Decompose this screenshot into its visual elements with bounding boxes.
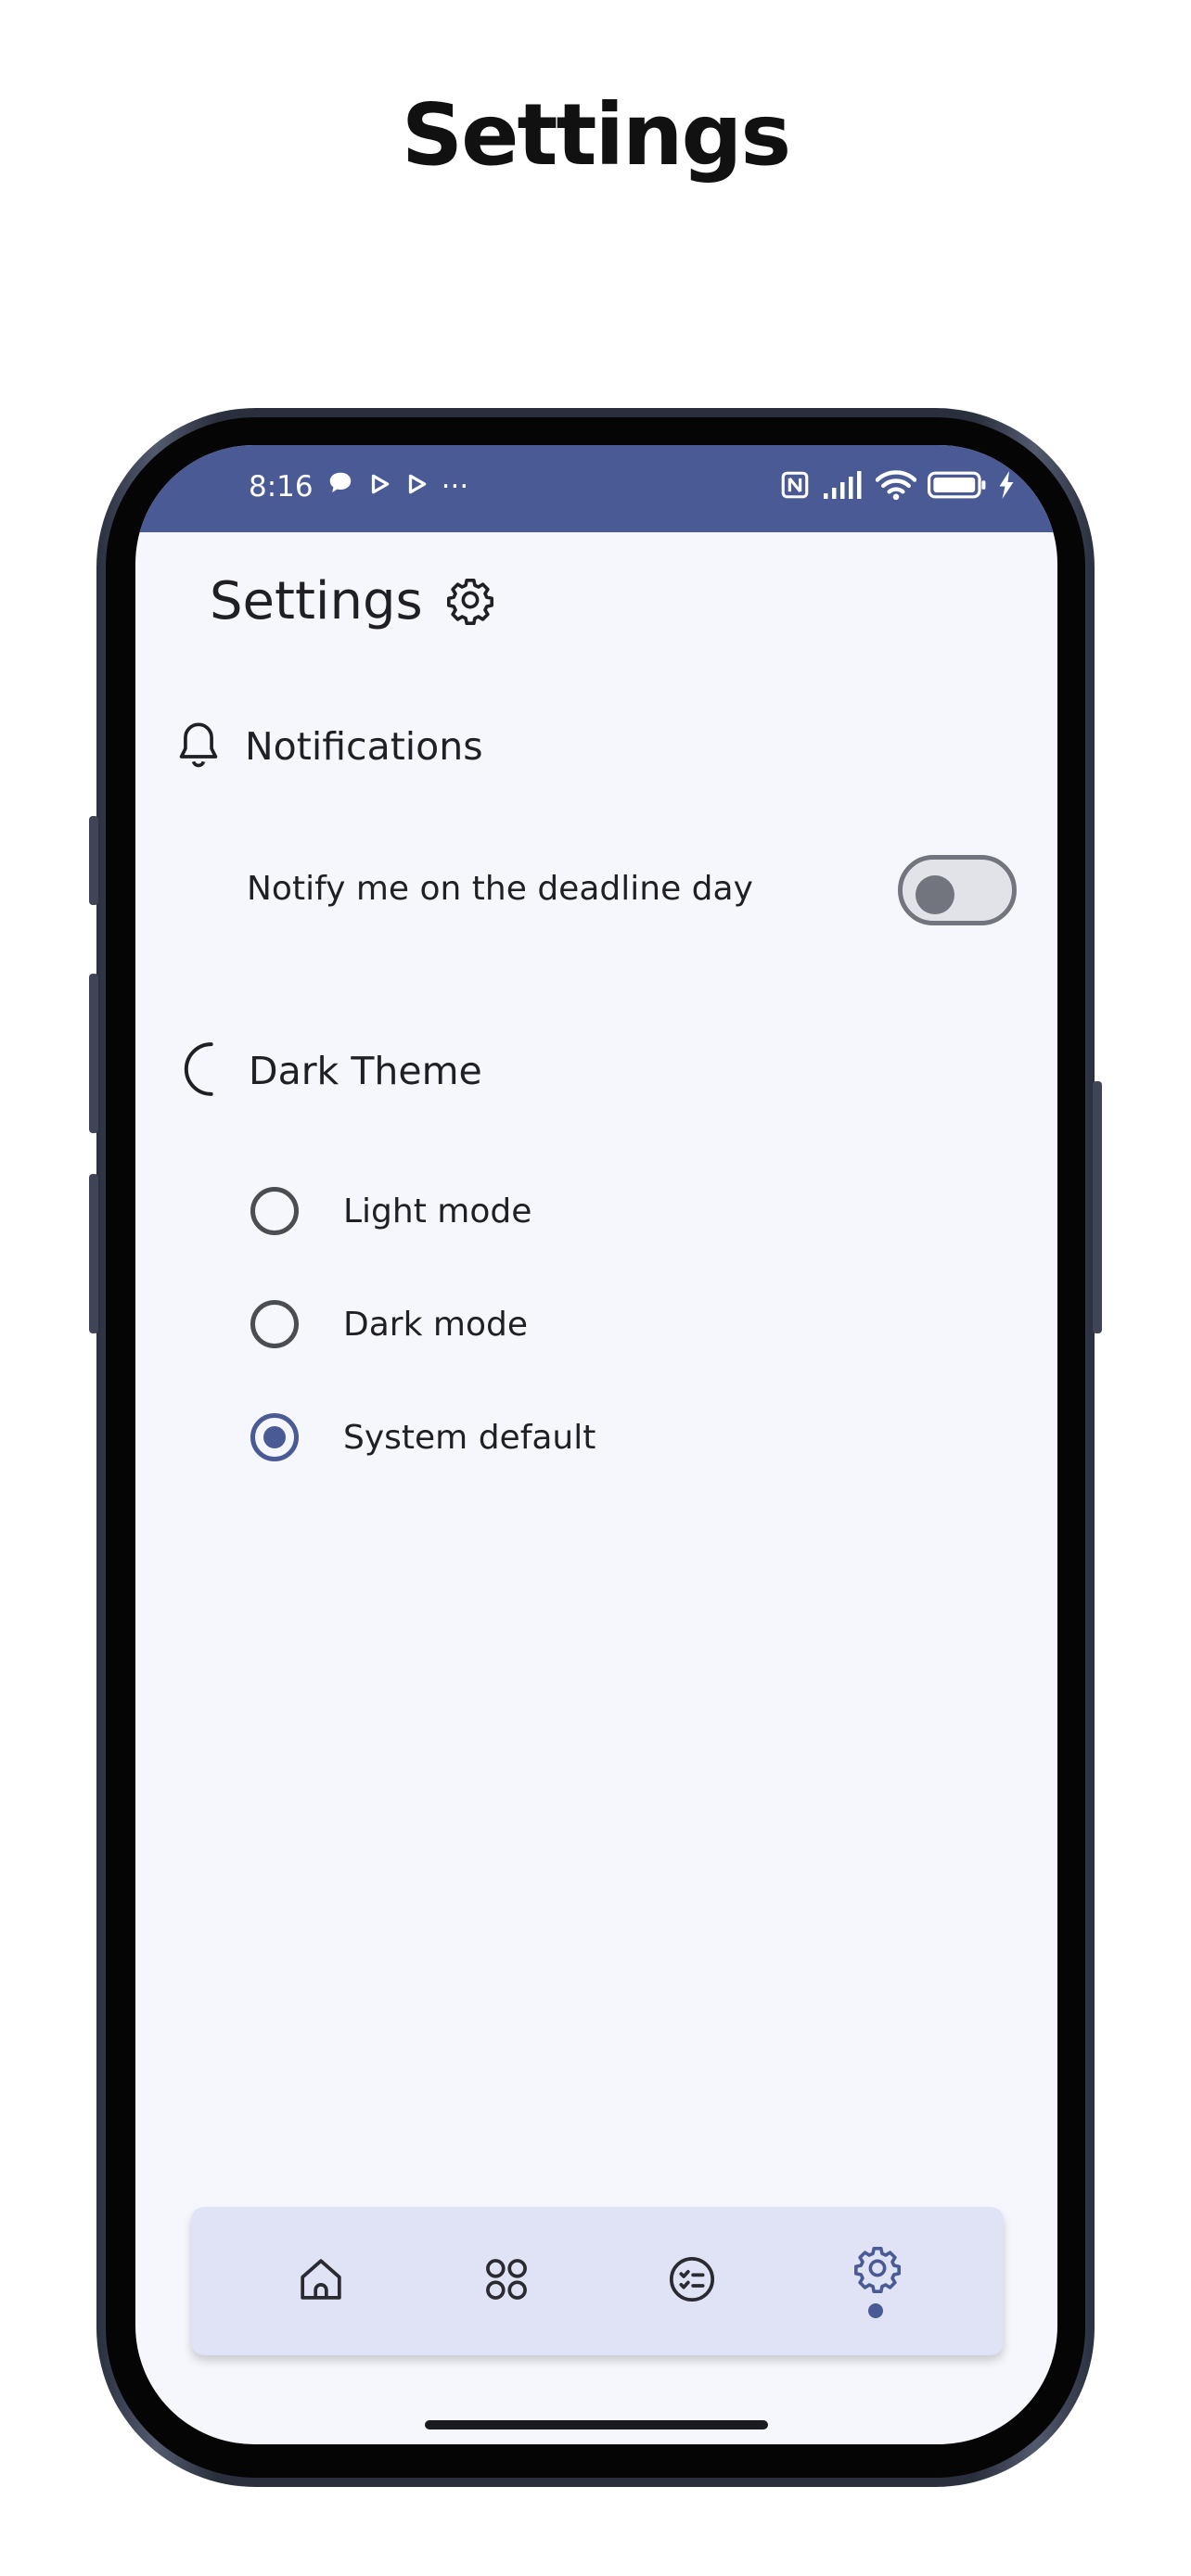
- light-mode-label: Light mode: [343, 1192, 532, 1231]
- nav-settings-button[interactable]: [840, 2233, 915, 2318]
- phone-screen: 8:16 ··· Settings Notifications Notify m…: [135, 445, 1057, 2444]
- page-title: Settings: [401, 85, 791, 185]
- gear-icon: [445, 575, 495, 629]
- home-icon: [295, 2253, 347, 2309]
- gear-icon: [852, 2243, 903, 2297]
- system-default-option[interactable]: System default: [250, 1413, 596, 1461]
- nav-home-button[interactable]: [284, 2244, 358, 2318]
- dark-mode-option[interactable]: Dark mode: [250, 1300, 528, 1348]
- theme-section-header: Dark Theme: [174, 1039, 482, 1103]
- phone-power-button: [1093, 1081, 1102, 1333]
- notifications-title: Notifications: [245, 724, 483, 769]
- nav-tasks-button[interactable]: [655, 2244, 729, 2318]
- play-icon: [367, 470, 391, 504]
- system-default-radio[interactable]: [250, 1413, 299, 1461]
- more-notifications-indicator: ···: [441, 470, 469, 504]
- toggle-knob: [916, 875, 954, 914]
- app-title: Settings: [210, 571, 423, 631]
- bottom-nav: [191, 2207, 1004, 2355]
- light-mode-radio[interactable]: [250, 1187, 299, 1235]
- wifi-icon: [875, 469, 917, 504]
- dark-mode-radio[interactable]: [250, 1300, 299, 1348]
- signal-icon: [822, 471, 864, 503]
- phone-volume-up-button: [89, 974, 98, 1133]
- phone-action-button: [89, 816, 98, 905]
- grid-icon: [480, 2253, 532, 2309]
- moon-icon: [174, 1039, 226, 1103]
- notify-deadline-label: Notify me on the deadline day: [247, 870, 753, 908]
- task-list-icon: [666, 2253, 718, 2309]
- chat-bubble-icon: [327, 469, 354, 504]
- light-mode-option[interactable]: Light mode: [250, 1187, 531, 1235]
- home-indicator[interactable]: [425, 2420, 768, 2429]
- active-indicator-dot: [868, 2303, 883, 2318]
- phone-volume-down-button: [89, 1174, 98, 1333]
- notify-deadline-toggle[interactable]: [898, 855, 1017, 925]
- nfc-icon: [779, 469, 811, 504]
- play-icon: [404, 470, 429, 504]
- battery-icon: [928, 471, 987, 503]
- charging-icon: [998, 471, 1015, 503]
- dark-mode-label: Dark mode: [343, 1305, 528, 1344]
- nav-categories-button[interactable]: [469, 2244, 544, 2318]
- system-default-label: System default: [343, 1418, 596, 1457]
- status-bar: 8:16 ···: [135, 445, 1057, 532]
- theme-title: Dark Theme: [249, 1049, 482, 1093]
- status-time: 8:16: [249, 470, 314, 504]
- bell-icon: [174, 718, 223, 775]
- notifications-section-header: Notifications: [174, 718, 483, 775]
